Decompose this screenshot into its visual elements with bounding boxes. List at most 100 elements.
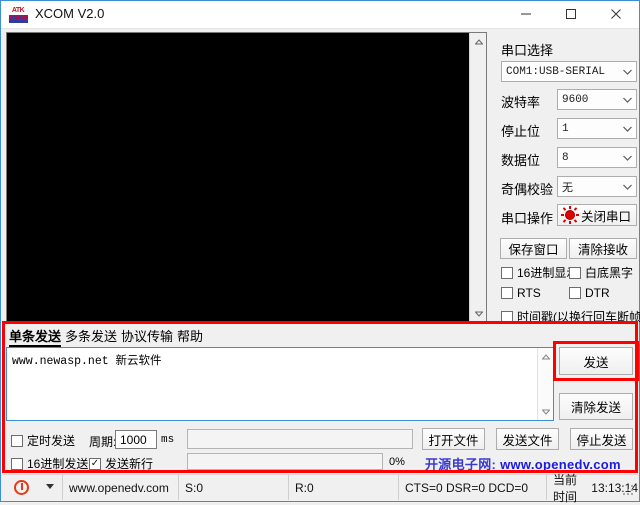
- chevron-down-icon: [619, 90, 636, 109]
- maximize-icon: [565, 9, 576, 19]
- clear-send-label: 清除发送: [570, 401, 621, 415]
- status-site[interactable]: www.openedv.com: [62, 475, 178, 500]
- timed-send-checkbox[interactable]: 定时发送: [11, 432, 75, 449]
- close-port-label: 关闭串口: [580, 209, 631, 224]
- window-title: XCOM V2.0: [35, 6, 105, 21]
- resize-grip-icon[interactable]: [623, 485, 635, 497]
- tab-protocol-transfer[interactable]: 协议传输: [121, 325, 173, 345]
- send-file-button[interactable]: 发送文件: [496, 428, 559, 450]
- send-file-label: 发送文件: [502, 433, 553, 448]
- send-newline-checkbox[interactable]: ✓ 发送新行: [89, 455, 153, 472]
- close-button[interactable]: [593, 1, 638, 27]
- save-window-button[interactable]: 保存窗口: [500, 238, 567, 259]
- rts-checkbox[interactable]: RTS: [501, 286, 541, 300]
- maximize-button[interactable]: [548, 1, 593, 27]
- title-bar: ATK XCOM XCOM V2.0: [1, 1, 639, 29]
- chevron-down-icon[interactable]: [46, 484, 54, 489]
- checkbox-box: [501, 310, 513, 323]
- minimize-icon: [520, 13, 531, 15]
- chevron-down-icon: [619, 119, 636, 138]
- app-logo-line2: XCOM: [8, 14, 28, 23]
- operation-label: 串口操作: [501, 211, 554, 226]
- checkbox-box: [11, 457, 23, 470]
- stopbits-select-value: 1: [562, 122, 569, 135]
- status-received: R:0: [288, 475, 398, 500]
- config-panel: 串口选择 COM1:USB-SERIAL 波特率 9600 停止位 1 数据位 …: [495, 32, 640, 325]
- checkbox-box: [11, 434, 23, 447]
- send-status-field: [187, 429, 413, 449]
- send-status-text: [188, 432, 192, 444]
- stop-send-label: 停止发送: [576, 433, 627, 448]
- dtr-label: DTR: [585, 286, 610, 300]
- status-bar: www.openedv.com S:0 R:0 CTS=0 DSR=0 DCD=…: [2, 473, 638, 504]
- receive-area[interactable]: [6, 32, 487, 323]
- progress-bar: [187, 453, 383, 470]
- hex-send-checkbox[interactable]: 16进制发送: [11, 455, 88, 472]
- databits-select[interactable]: 8: [557, 147, 637, 168]
- period-input[interactable]: 1000: [115, 430, 157, 449]
- parity-select-value: 无: [562, 182, 573, 195]
- period-unit-label: ms: [161, 434, 175, 446]
- xcom-window: ATK XCOM XCOM V2.0 串口选择 COM1:USB-SERIAL …: [0, 0, 640, 504]
- power-icon[interactable]: [14, 480, 29, 495]
- status-signals: CTS=0 DSR=0 DCD=0: [398, 475, 546, 500]
- scroll-up-icon[interactable]: [470, 33, 487, 50]
- checkbox-box: [569, 266, 581, 279]
- checkbox-box: [501, 287, 513, 299]
- white-bg-checkbox[interactable]: 白底黑字: [569, 264, 633, 281]
- minimize-button[interactable]: [503, 1, 548, 27]
- clear-receive-button[interactable]: 清除接收: [569, 238, 637, 259]
- port-select[interactable]: COM1:USB-SERIAL: [501, 61, 637, 82]
- stopbits-select[interactable]: 1: [557, 118, 637, 139]
- receive-scrollbar[interactable]: [469, 33, 486, 322]
- send-scrollbar[interactable]: [537, 348, 553, 420]
- databits-label: 数据位: [501, 153, 541, 168]
- send-textarea-value: www.newasp.net 新云软件: [12, 355, 162, 368]
- hex-display-checkbox[interactable]: 16进制显示: [501, 264, 578, 281]
- baud-select[interactable]: 9600: [557, 89, 637, 110]
- parity-label: 奇偶校验: [501, 182, 554, 197]
- baud-select-value: 9600: [562, 93, 589, 106]
- period-input-value: 1000: [120, 432, 147, 447]
- receive-text: [7, 33, 470, 322]
- clear-receive-label: 清除接收: [577, 243, 628, 257]
- parity-select[interactable]: 无: [557, 176, 637, 197]
- app-logo-icon: ATK XCOM: [8, 5, 28, 24]
- tab-strip: 单条发送 多条发送 协议传输 帮助: [5, 325, 635, 347]
- checkbox-box: [569, 287, 581, 299]
- send-newline-label: 发送新行: [105, 457, 154, 471]
- period-label: 周期:: [89, 435, 117, 449]
- save-window-label: 保存窗口: [508, 243, 559, 257]
- timed-send-label: 定时发送: [27, 434, 76, 448]
- timestamp-label: 时间戳(以换行回车断帧): [517, 310, 640, 324]
- progress-percent: 0%: [389, 456, 405, 468]
- tab-multi-send[interactable]: 多条发送: [65, 325, 117, 345]
- led-icon: [560, 206, 579, 224]
- clear-send-button[interactable]: 清除发送: [559, 393, 633, 420]
- close-port-button[interactable]: 关闭串口: [557, 204, 637, 226]
- promo-cn: 开源电子网:: [425, 457, 497, 472]
- stopbits-label: 停止位: [501, 124, 541, 139]
- checkbox-box: [501, 266, 513, 279]
- databits-select-value: 8: [562, 151, 569, 164]
- stop-send-button[interactable]: 停止发送: [570, 428, 633, 450]
- send-textarea[interactable]: www.newasp.net 新云软件: [6, 347, 554, 421]
- scroll-down-icon[interactable]: [538, 403, 554, 420]
- checkbox-box: ✓: [89, 457, 101, 470]
- status-time-label: 当前时间: [553, 472, 578, 504]
- scroll-down-icon[interactable]: [470, 305, 487, 322]
- white-bg-label: 白底黑字: [585, 266, 634, 280]
- promo-text: 开源电子网: www.openedv.com: [425, 454, 621, 473]
- tab-single-send[interactable]: 单条发送: [9, 325, 62, 347]
- open-file-button[interactable]: 打开文件: [422, 428, 485, 450]
- app-logo-line1: ATK: [11, 6, 25, 14]
- chevron-down-icon: [619, 62, 636, 81]
- send-button[interactable]: 发送: [559, 347, 633, 375]
- tab-help[interactable]: 帮助: [177, 325, 203, 345]
- dtr-checkbox[interactable]: DTR: [569, 286, 610, 300]
- hex-send-label: 16进制发送: [27, 457, 89, 471]
- baud-label: 波特率: [501, 95, 541, 110]
- scroll-up-icon[interactable]: [538, 348, 554, 365]
- timestamp-checkbox[interactable]: 时间戳(以换行回车断帧): [501, 308, 640, 325]
- status-sent: S:0: [178, 475, 288, 500]
